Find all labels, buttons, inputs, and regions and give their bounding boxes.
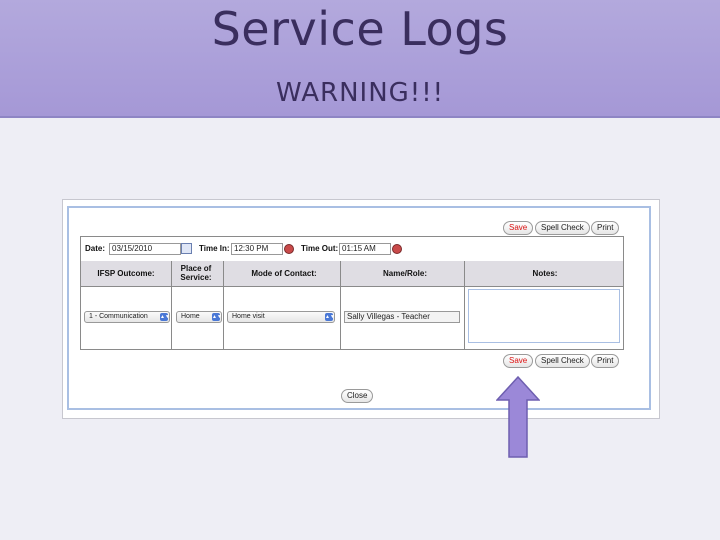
clock-icon[interactable] [284,244,294,254]
date-time-row: Date: 03/15/2010 Time In: 12:30 PM Time … [81,237,623,262]
time-out-label: Time Out: [301,244,339,253]
name-role-field[interactable]: Sally Villegas - Teacher [344,311,460,323]
column-header-ifsp-outcome: IFSP Outcome: [97,269,155,278]
notes-textarea[interactable] [468,289,620,343]
service-log-screenshot: Save Spell Check Print Date: 03/15/2010 … [62,199,660,419]
place-of-service-value: Home [181,313,200,320]
print-button-top[interactable]: Print [591,221,620,235]
calendar-icon[interactable] [181,243,192,254]
mode-of-contact-select[interactable]: Home visit ▲▼ [227,311,335,323]
column-divider [171,261,172,349]
service-log-table: Date: 03/15/2010 Time In: 12:30 PM Time … [80,236,624,350]
service-log-form: Save Spell Check Print Date: 03/15/2010 … [67,206,651,410]
date-label: Date: [85,244,106,253]
mode-of-contact-value: Home visit [232,313,265,320]
column-header-notes: Notes: [532,269,558,278]
place-of-service-select[interactable]: Home ▲▼ [176,311,222,323]
column-divider [223,261,224,349]
print-button[interactable]: Print [591,354,620,368]
clock-icon[interactable] [392,244,402,254]
column-divider [340,261,341,349]
slide-title: Service Logs [211,2,509,56]
close-button[interactable]: Close [341,389,374,403]
slide-subtitle: WARNING!!! [275,78,445,108]
time-in-label: Time In: [199,244,230,253]
column-header-row: IFSP Outcome: Place of Service: Mode of … [81,261,623,287]
column-header-name-role: Name/Role: [382,269,427,278]
select-arrow-icon: ▲▼ [325,313,335,321]
select-arrow-icon: ▲▼ [212,313,222,321]
column-header-place-of-service: Place of Service: [180,264,212,282]
time-in-field[interactable]: 12:30 PM [231,243,283,255]
ifsp-outcome-value: 1 - Communication [89,313,148,320]
up-arrow-icon [496,376,540,458]
ifsp-outcome-select[interactable]: 1 - Communication ▲▼ [84,311,170,323]
slide-header: Service Logs WARNING!!! [0,0,720,118]
spell-check-button[interactable]: Spell Check [535,354,590,368]
column-divider [464,261,465,349]
spell-check-button-top[interactable]: Spell Check [535,221,590,235]
column-header-mode-of-contact: Mode of Contact: [251,269,317,278]
save-button[interactable]: Save [503,354,534,368]
date-field[interactable]: 03/15/2010 [109,243,181,255]
select-arrow-icon: ▲▼ [160,313,170,321]
time-out-field[interactable]: 01:15 AM [339,243,391,255]
save-button-top[interactable]: Save [503,221,534,235]
